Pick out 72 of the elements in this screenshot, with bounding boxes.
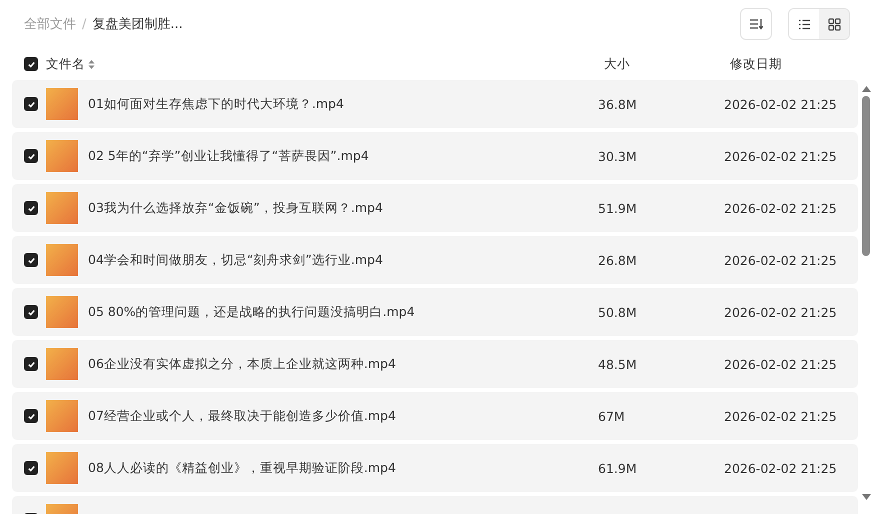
row-checkbox[interactable] (24, 357, 38, 371)
photo-placeholder (46, 348, 78, 380)
file-size: 36.8M (598, 96, 638, 112)
row-checkbox[interactable] (24, 149, 38, 163)
file-size: 51.9M (598, 200, 638, 216)
scroll-down-icon[interactable] (862, 494, 870, 500)
photo-placeholder (46, 88, 78, 120)
photo-placeholder (46, 140, 78, 172)
breadcrumb-separator: / (82, 16, 86, 32)
sort-button[interactable] (740, 8, 772, 40)
check-icon (26, 256, 36, 264)
file-row[interactable]: 05 80%的管理问题，还是战略的执行问题没搞明白.mp4 50.8M 2026-02-02 21:25 (12, 288, 858, 336)
file-size: 61.9M (598, 460, 638, 476)
list-view-button[interactable] (789, 9, 819, 39)
column-header: 修改日期 (730, 56, 782, 72)
modified-date: 2026-02-02 21:25 (724, 252, 837, 268)
file-row[interactable]: 08人人必读的《精益创业》，重视早期验证阶段.mp4 61.9M 2026-02-02 21:25 (12, 444, 858, 492)
file-name: 05 80%的管理问题，还是战略的执行问题没搞明白.mp4 (88, 304, 416, 320)
modified-date: 2026-02-02 21:25 (724, 304, 837, 320)
file-size: 30.3M (598, 148, 638, 164)
scroll-up-icon[interactable] (862, 86, 870, 92)
photo-placeholder (46, 400, 78, 432)
check-icon (26, 204, 36, 212)
grid-icon (828, 18, 840, 30)
column-header[interactable]: 文件名 (46, 56, 85, 72)
file-row[interactable]: 01如何面对生存焦虑下的时代大环境？.mp4 36.8M 2026-02-02 21:25 (12, 80, 858, 128)
file-name: 08人人必读的《精益创业》，重视早期验证阶段.mp4 (88, 460, 397, 476)
check-icon (26, 360, 36, 368)
modified-date: 2026-02-02 21:25 (724, 408, 837, 424)
check-icon (26, 412, 36, 420)
check-icon (26, 100, 36, 108)
row-checkbox[interactable] (24, 253, 38, 267)
photo-placeholder (46, 452, 78, 484)
modified-date: 2026-02-02 21:25 (724, 96, 837, 112)
file-name: 07经营企业或个人，最终取决于能创造多少价值.mp4 (88, 408, 397, 424)
file-name: 01如何面对生存焦虑下的时代大环境？.mp4 (88, 96, 345, 112)
row-checkbox[interactable] (24, 461, 38, 475)
file-name: 02 5年的“弃学”创业让我懂得了“菩萨畏因”.mp4 (88, 148, 370, 164)
column-header: 大小 (604, 56, 631, 72)
file-size: 50.8M (598, 304, 638, 320)
file-size: 48.5M (598, 356, 638, 372)
file-name: 06企业没有实体虚拟之分，本质上企业就这两种.mp4 (88, 356, 397, 372)
modified-date: 2026-02-02 21:25 (724, 356, 837, 372)
file-row[interactable]: 03我为什么选择放弃“金饭碗”，投身互联网？.mp4 51.9M 2026-02-02 21:25 (12, 184, 858, 232)
check-icon (26, 60, 36, 68)
sort-icon (749, 18, 763, 30)
sort-arrows-icon[interactable] (88, 58, 95, 70)
modified-date: 2026-02-02 21:25 (724, 200, 837, 216)
check-icon (26, 464, 36, 472)
row-checkbox[interactable] (24, 97, 38, 111)
row-checkbox[interactable] (24, 201, 38, 215)
list-icon (798, 18, 810, 30)
photo-placeholder (46, 244, 78, 276)
file-size: 67M (598, 408, 626, 424)
check-icon (26, 152, 36, 160)
file-name: 04学会和时间做朋友，切忌“刻舟求剑”选行业.mp4 (88, 252, 384, 268)
breadcrumb-link[interactable]: 复盘美团制胜... (92, 15, 183, 33)
file-row[interactable]: 02 5年的“弃学”创业让我懂得了“菩萨畏因”.mp4 30.3M 2026-02-02 21:25 (12, 132, 858, 180)
row-checkbox[interactable] (24, 305, 38, 319)
row-checkbox[interactable] (24, 409, 38, 423)
file-name: 03我为什么选择放弃“金饭碗”，投身互联网？.mp4 (88, 200, 384, 216)
photo-placeholder (46, 296, 78, 328)
modified-date: 2026-02-02 21:25 (724, 148, 837, 164)
file-size: 26.8M (598, 252, 638, 268)
select-all-checkbox[interactable] (24, 57, 38, 71)
file-row[interactable]: 06企业没有实体虚拟之分，本质上企业就这两种.mp4 48.5M 2026-02-02 21:25 (12, 340, 858, 388)
file-row[interactable]: 07经营企业或个人，最终取决于能创造多少价值.mp4 67M 2026-02-02 21:25 (12, 392, 858, 440)
modified-date: 2026-02-02 21:25 (724, 460, 837, 476)
check-icon (26, 308, 36, 316)
file-row[interactable]: 04学会和时间做朋友，切忌“刻舟求剑”选行业.mp4 26.8M 2026-02-02 21:25 (12, 236, 858, 284)
scrollbar-thumb[interactable] (862, 96, 870, 256)
photo-placeholder (46, 192, 78, 224)
